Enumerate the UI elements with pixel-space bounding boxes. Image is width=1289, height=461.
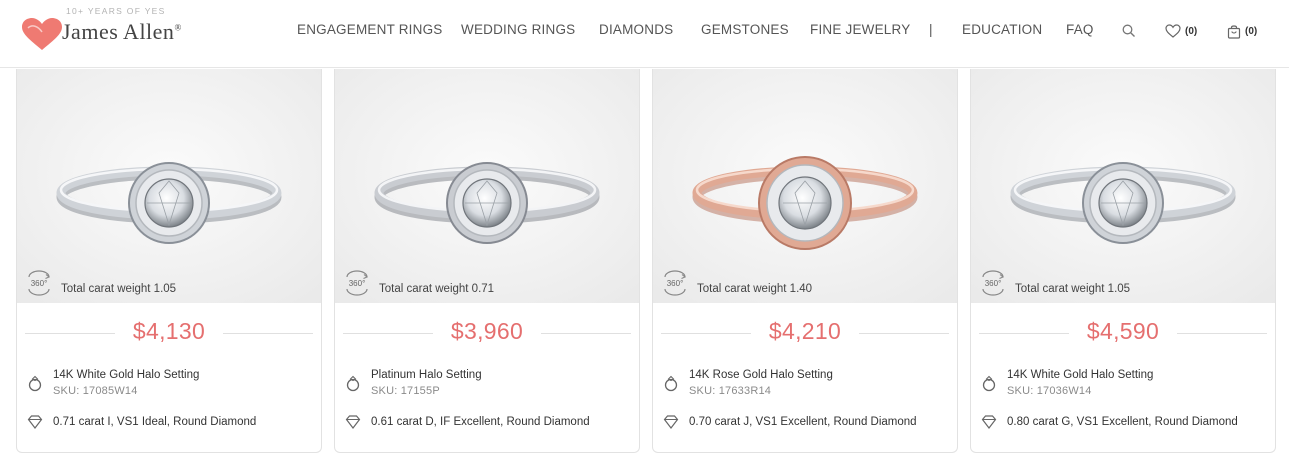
ring-image[interactable] xyxy=(17,69,321,303)
ring-image[interactable] xyxy=(653,69,957,303)
nav-wedding-rings[interactable]: WEDDING RINGS xyxy=(461,22,575,37)
price-row: $4,210 xyxy=(661,314,949,344)
setting-name: 14K White Gold Halo Setting xyxy=(1007,369,1154,381)
total-carat-weight: Total carat weight 1.05 xyxy=(1015,283,1131,295)
search-button[interactable] xyxy=(1122,22,1136,40)
product-price: $4,590 xyxy=(1086,318,1160,344)
shopping-bag-icon xyxy=(1227,24,1241,39)
ring-icon xyxy=(28,375,42,392)
diamond-icon xyxy=(981,415,997,429)
diamond-description: 0.61 carat D, IF Excellent, Round Diamon… xyxy=(371,416,590,428)
price-divider-right xyxy=(541,333,631,334)
price-row: $4,130 xyxy=(25,314,313,344)
product-price: $4,130 xyxy=(132,318,206,344)
total-carat-weight: Total carat weight 0.71 xyxy=(379,283,495,295)
product-card-2[interactable]: 360° Total carat weight 0.71 $3,960 Plat… xyxy=(334,69,640,453)
search-icon xyxy=(1122,24,1135,37)
wishlist-button[interactable]: (0) xyxy=(1165,22,1197,40)
rotate-360-icon[interactable]: 360° xyxy=(343,268,371,296)
ring-illustration xyxy=(335,69,639,303)
cart-button[interactable]: (0) xyxy=(1227,22,1257,40)
svg-text:360°: 360° xyxy=(349,279,366,288)
svg-text:360°: 360° xyxy=(667,279,684,288)
heart-icon xyxy=(1165,24,1181,38)
diamond-description: 0.70 carat J, VS1 Excellent, Round Diamo… xyxy=(689,416,917,428)
product-sku: SKU: 17633R14 xyxy=(689,385,772,397)
rotate-360-icon[interactable]: 360° xyxy=(25,268,53,296)
heart-logo-icon xyxy=(22,18,62,50)
product-sku: SKU: 17155P xyxy=(371,385,440,397)
brand-name: James Allen xyxy=(62,19,175,44)
price-row: $3,960 xyxy=(343,314,631,344)
ring-illustration xyxy=(17,69,321,303)
product-sku: SKU: 17085W14 xyxy=(53,385,138,397)
product-sku: SKU: 17036W14 xyxy=(1007,385,1092,397)
nav-gemstones[interactable]: GEMSTONES xyxy=(701,22,789,37)
diamond-icon xyxy=(663,415,679,429)
logo-tagline: 10+ YEARS OF YES xyxy=(66,6,166,16)
diamond-description: 0.71 carat I, VS1 Ideal, Round Diamond xyxy=(53,416,257,428)
product-card-1[interactable]: 360° Total carat weight 1.05 $4,130 14K … xyxy=(16,69,322,453)
product-card-3[interactable]: 360° Total carat weight 1.40 $4,210 14K … xyxy=(652,69,958,453)
nav-fine-jewelry[interactable]: FINE JEWELRY xyxy=(810,22,910,37)
site-header: 10+ YEARS OF YES James Allen® ENGAGEMENT… xyxy=(0,0,1289,68)
price-divider-right xyxy=(223,333,313,334)
ring-image[interactable] xyxy=(971,69,1275,303)
ring-illustration xyxy=(971,69,1275,303)
total-carat-weight: Total carat weight 1.05 xyxy=(61,283,177,295)
nav-faq[interactable]: FAQ xyxy=(1066,22,1094,37)
ring-icon xyxy=(346,375,360,392)
diamond-icon xyxy=(27,415,43,429)
price-row: $4,590 xyxy=(979,314,1267,344)
svg-text:360°: 360° xyxy=(31,279,48,288)
logo-brand: James Allen® xyxy=(62,19,182,45)
nav-engagement-rings[interactable]: ENGAGEMENT RINGS xyxy=(297,22,442,37)
cart-count: (0) xyxy=(1245,25,1258,37)
setting-name: 14K White Gold Halo Setting xyxy=(53,369,200,381)
price-divider-right xyxy=(1177,333,1267,334)
setting-name: Platinum Halo Setting xyxy=(371,369,482,381)
nav-separator: | xyxy=(929,22,933,37)
total-carat-weight: Total carat weight 1.40 xyxy=(697,283,813,295)
wishlist-count: (0) xyxy=(1185,25,1198,37)
nav-education[interactable]: EDUCATION xyxy=(962,22,1042,37)
product-card-4[interactable]: 360° Total carat weight 1.05 $4,590 14K … xyxy=(970,69,1276,453)
ring-icon xyxy=(982,375,996,392)
james-allen-logo[interactable]: 10+ YEARS OF YES James Allen® xyxy=(22,6,222,56)
diamond-icon xyxy=(345,415,361,429)
rotate-360-icon[interactable]: 360° xyxy=(979,268,1007,296)
rotate-360-icon[interactable]: 360° xyxy=(661,268,689,296)
ring-icon xyxy=(664,375,678,392)
registered-mark: ® xyxy=(174,22,182,33)
setting-name: 14K Rose Gold Halo Setting xyxy=(689,369,833,381)
ring-illustration xyxy=(653,69,957,303)
svg-text:360°: 360° xyxy=(985,279,1002,288)
product-price: $3,960 xyxy=(450,318,524,344)
price-divider-right xyxy=(859,333,949,334)
product-price: $4,210 xyxy=(768,318,842,344)
diamond-description: 0.80 carat G, VS1 Excellent, Round Diamo… xyxy=(1007,416,1238,428)
nav-diamonds[interactable]: DIAMONDS xyxy=(599,22,673,37)
ring-image[interactable] xyxy=(335,69,639,303)
